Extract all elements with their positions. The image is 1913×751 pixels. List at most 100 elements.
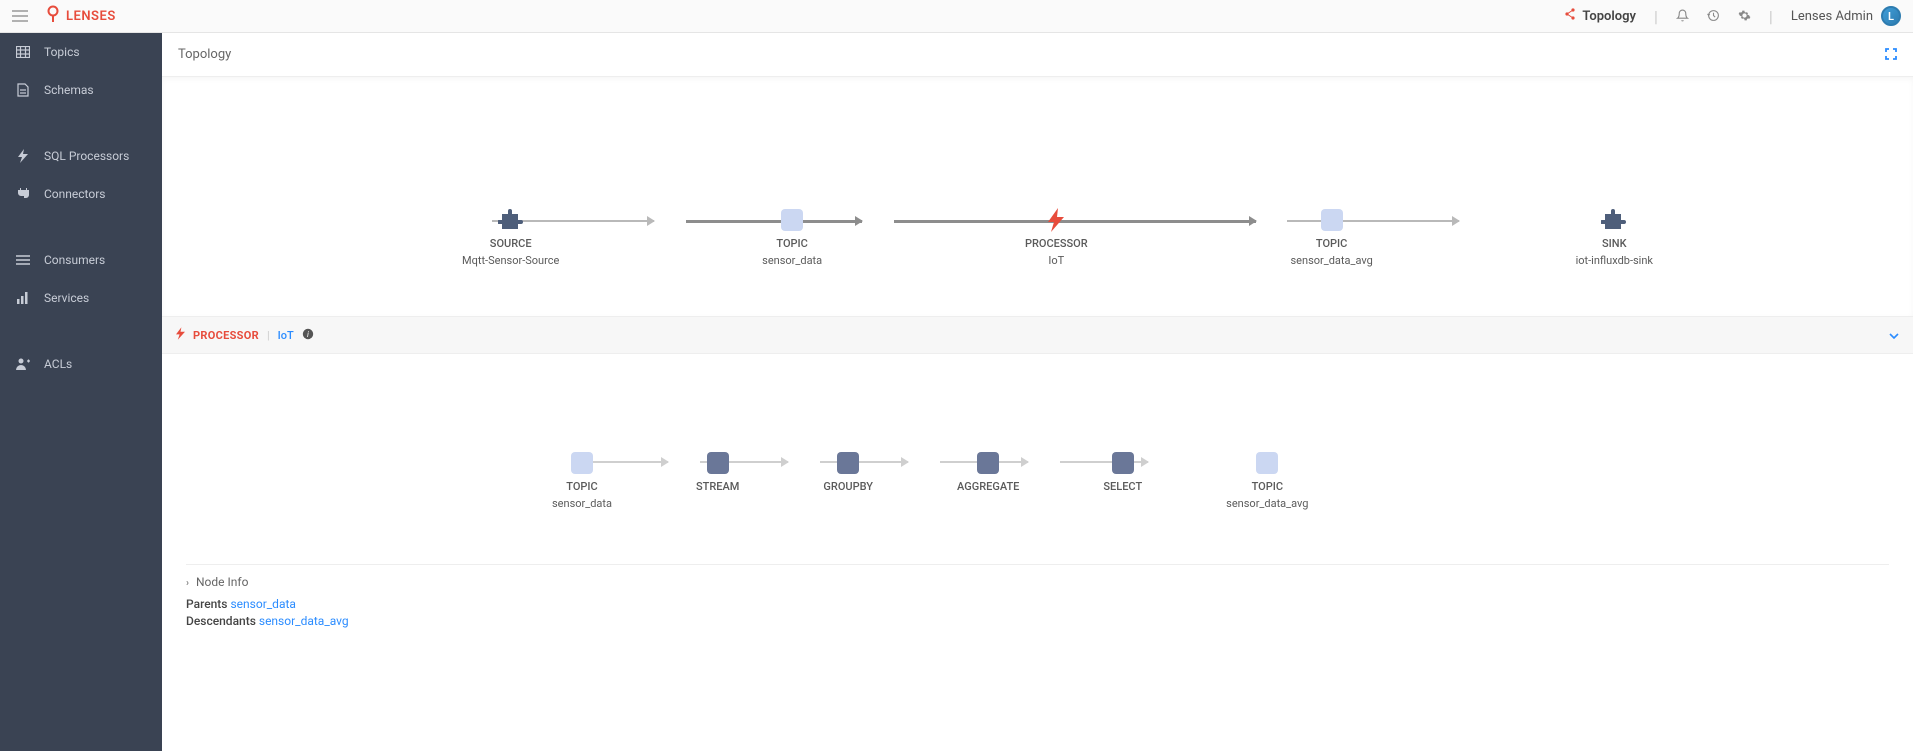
info-icon[interactable]: i	[302, 328, 314, 343]
node-name: sensor_data_avg	[1226, 497, 1308, 510]
sidebar-label: Consumers	[44, 253, 105, 267]
share-icon	[1564, 8, 1576, 24]
document-icon	[16, 83, 30, 97]
topology-node-topic-2[interactable]: TOPIC sensor_data_avg	[1290, 207, 1372, 267]
separator: |	[1654, 7, 1658, 26]
node-name: sensor_data_avg	[1290, 254, 1372, 267]
sidebar-label: Connectors	[44, 187, 105, 201]
processor-label: PROCESSOR	[193, 329, 259, 342]
topology-breadcrumb[interactable]: Topology	[1564, 8, 1636, 24]
sidebar-item-consumers[interactable]: Consumers	[0, 241, 162, 279]
gear-icon[interactable]	[1738, 7, 1751, 26]
topic-icon	[781, 207, 803, 233]
brand-logo[interactable]: LENSES	[46, 5, 116, 27]
node-type: PROCESSOR	[1025, 237, 1088, 250]
user-plus-icon	[16, 358, 30, 370]
separator: |	[1769, 7, 1773, 26]
topology-node-topic-1[interactable]: TOPIC sensor_data	[762, 207, 822, 267]
node-type: TOPIC	[776, 237, 807, 250]
proc-node-topic-in[interactable]: TOPIC sensor_data	[552, 450, 612, 510]
node-info-title[interactable]: › Node Info	[186, 575, 1889, 589]
proc-node-aggregate[interactable]: AGGREGATE	[957, 450, 1019, 493]
user-menu[interactable]: Lenses Admin L	[1791, 6, 1901, 26]
sidebar-label: Services	[44, 291, 89, 305]
topology-node-sink[interactable]: SINK iot-influxdb-sink	[1576, 207, 1653, 267]
top-header: LENSES Topology | | Lenses Admin L	[0, 0, 1913, 33]
node-info-title-text: Node Info	[196, 575, 248, 589]
bolt-icon	[16, 149, 30, 163]
proc-node-select[interactable]: SELECT	[1103, 450, 1142, 493]
bell-icon[interactable]	[1676, 7, 1689, 26]
node-name: sensor_data	[762, 254, 822, 267]
svg-text:i: i	[307, 330, 309, 339]
chevron-down-icon[interactable]	[1889, 329, 1899, 342]
brand-text: LENSES	[66, 9, 116, 24]
topology-node-source[interactable]: SOURCE Mqtt-Sensor-Source	[462, 207, 559, 267]
sidebar-label: ACLs	[44, 357, 72, 371]
sidebar-label: SQL Processors	[44, 149, 129, 163]
lens-icon	[46, 5, 60, 27]
menu-toggle-icon[interactable]	[12, 7, 28, 26]
content: Topology SOURCE Mqtt-Sensor-Source	[162, 33, 1913, 751]
page-title-bar: Topology	[162, 33, 1913, 77]
node-type: SINK	[1602, 237, 1627, 250]
page-title: Topology	[178, 47, 231, 62]
node-type: STREAM	[696, 480, 739, 493]
node-name: IoT	[1048, 254, 1064, 267]
parents-label: Parents	[186, 597, 227, 611]
sidebar-item-sql-processors[interactable]: SQL Processors	[0, 137, 162, 175]
node-type: SOURCE	[490, 237, 532, 250]
chart-icon	[16, 292, 30, 304]
sidebar-item-schemas[interactable]: Schemas	[0, 71, 162, 109]
step-icon	[1112, 450, 1134, 476]
proc-node-stream[interactable]: STREAM	[696, 450, 739, 493]
node-name: Mqtt-Sensor-Source	[462, 254, 559, 267]
node-type: TOPIC	[1252, 480, 1283, 493]
step-icon	[837, 450, 859, 476]
node-type: TOPIC	[1316, 237, 1347, 250]
descendants-link[interactable]: sensor_data_avg	[259, 614, 349, 628]
sidebar-item-topics[interactable]: Topics	[0, 33, 162, 71]
proc-node-groupby[interactable]: GROUPBY	[823, 450, 873, 493]
sidebar-label: Topics	[44, 45, 80, 59]
topology-node-processor[interactable]: PROCESSOR IoT	[1025, 207, 1088, 267]
user-name: Lenses Admin	[1791, 9, 1873, 24]
step-icon	[977, 450, 999, 476]
expand-icon[interactable]	[1885, 45, 1897, 64]
node-type: AGGREGATE	[957, 480, 1019, 493]
proc-node-topic-out[interactable]: TOPIC sensor_data_avg	[1226, 450, 1308, 510]
caret-right-icon: ›	[186, 578, 189, 589]
node-info-section: › Node Info Parents sensor_data Descenda…	[162, 554, 1913, 651]
header-right: Topology | | Lenses Admin L	[1564, 6, 1901, 26]
bolt-icon	[1048, 207, 1064, 233]
plug-icon	[16, 188, 30, 200]
parents-link[interactable]: sensor_data	[230, 597, 295, 611]
bolt-icon	[176, 327, 185, 343]
processor-canvas[interactable]: TOPIC sensor_data STREAM GROUPBY AGGREGA…	[162, 354, 1913, 554]
node-type: GROUPBY	[823, 480, 873, 493]
topology-label: Topology	[1582, 9, 1636, 24]
node-type: TOPIC	[566, 480, 597, 493]
topology-canvas[interactable]: SOURCE Mqtt-Sensor-Source TOPIC sensor_d…	[162, 77, 1913, 317]
sidebar-item-connectors[interactable]: Connectors	[0, 175, 162, 213]
step-icon	[707, 450, 729, 476]
node-name: sensor_data	[552, 497, 612, 510]
sidebar-item-services[interactable]: Services	[0, 279, 162, 317]
topic-icon	[1321, 207, 1343, 233]
separator: |	[267, 329, 270, 342]
topic-icon	[1256, 450, 1278, 476]
node-type: SELECT	[1103, 480, 1142, 493]
avatar: L	[1881, 6, 1901, 26]
processor-panel-header: PROCESSOR | IoT i	[162, 317, 1913, 354]
sidebar-label: Schemas	[44, 83, 94, 97]
topic-icon	[571, 450, 593, 476]
sidebar-item-acls[interactable]: ACLs	[0, 345, 162, 383]
puzzle-icon	[498, 207, 524, 233]
sidebar: Topics Schemas SQL Processors Connectors…	[0, 33, 162, 751]
descendants-label: Descendants	[186, 614, 256, 628]
processor-name-link[interactable]: IoT	[278, 329, 294, 342]
list-icon	[16, 255, 30, 265]
node-name: iot-influxdb-sink	[1576, 254, 1653, 267]
history-icon[interactable]	[1707, 7, 1720, 26]
table-icon	[16, 46, 30, 58]
